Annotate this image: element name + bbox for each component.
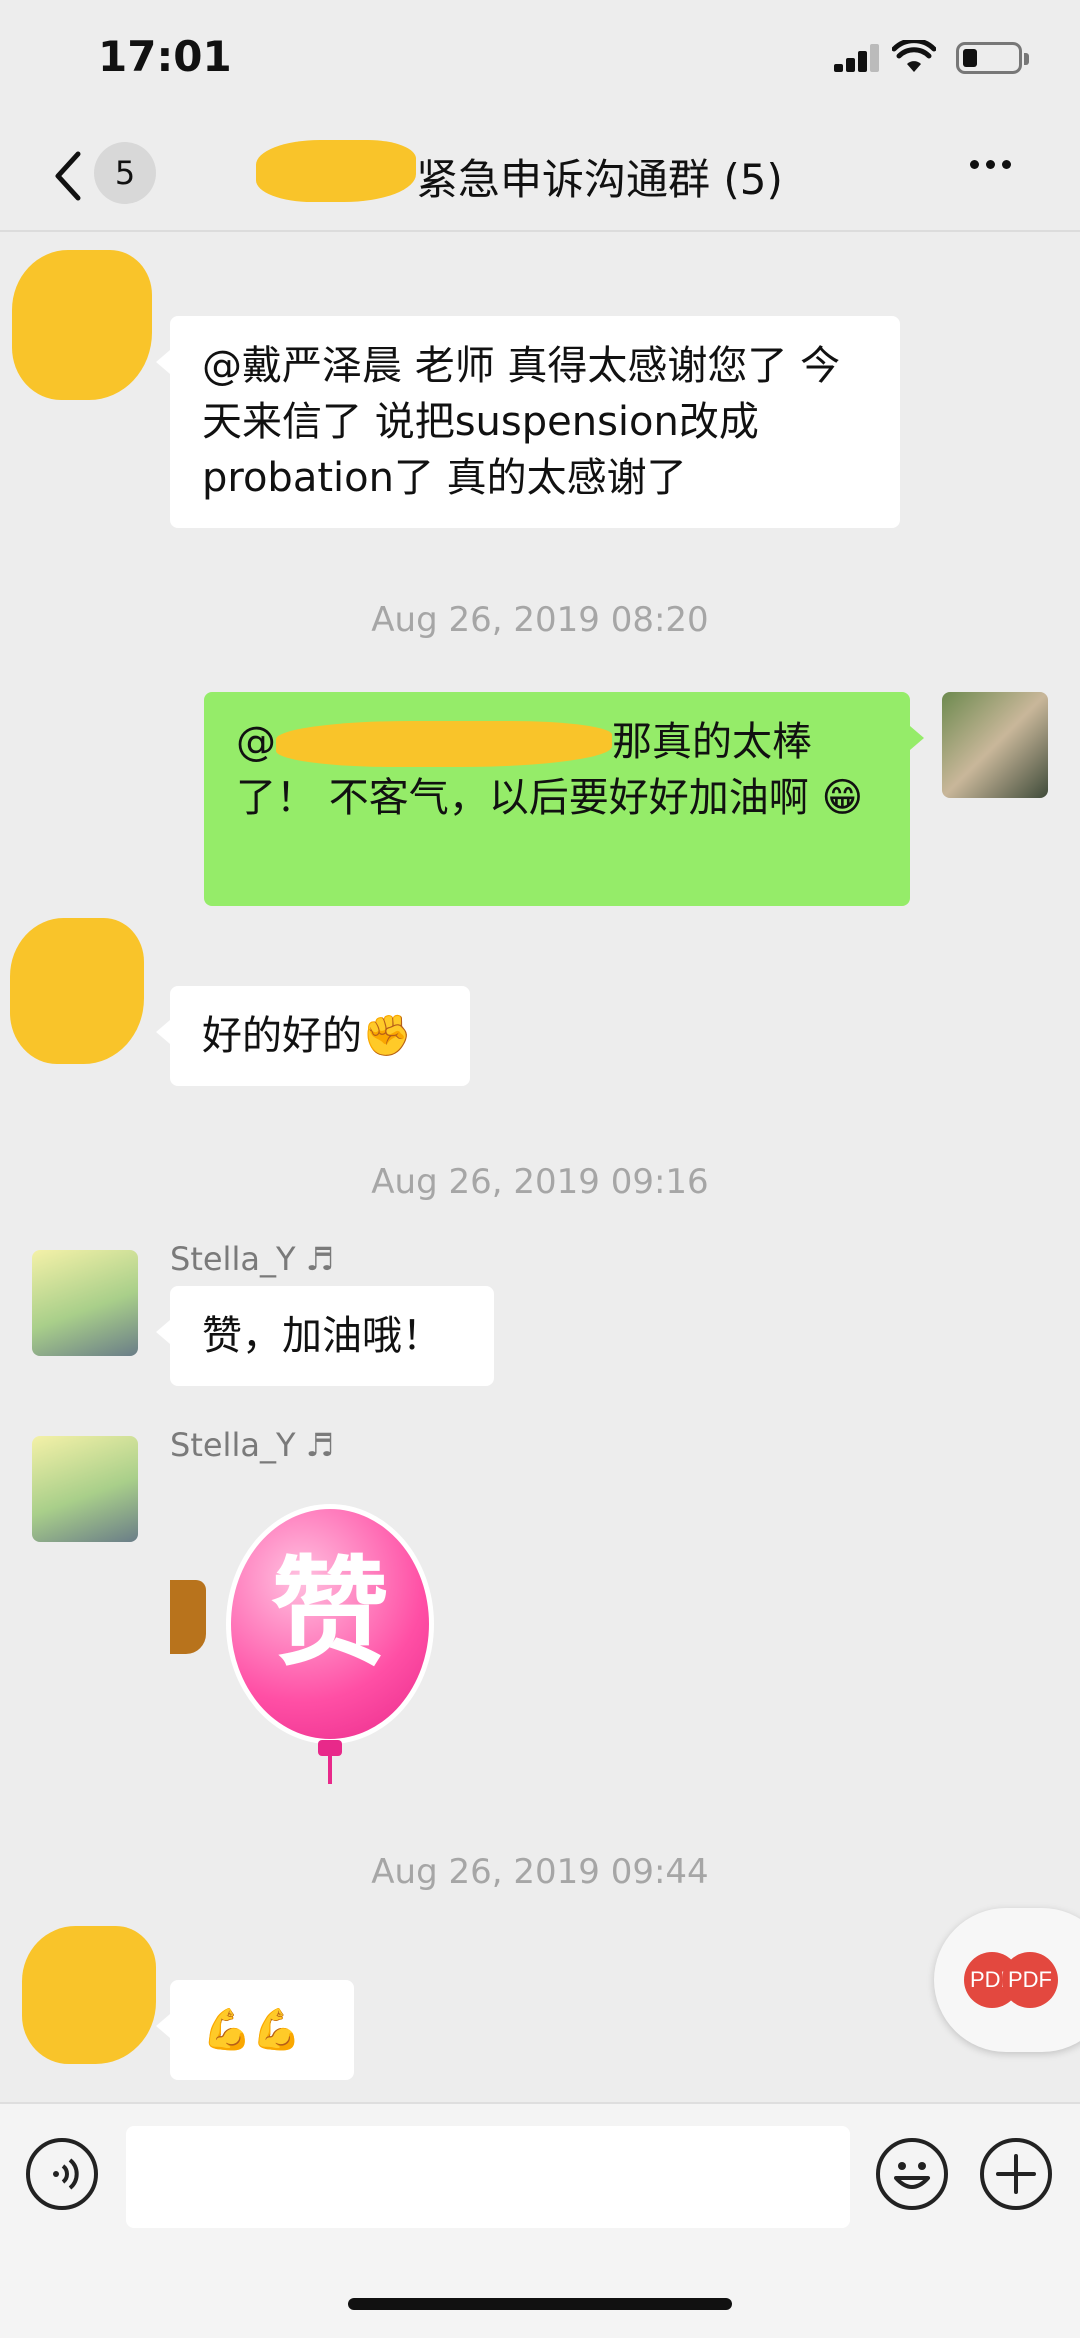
unread-count-badge[interactable]: 5 — [94, 142, 156, 204]
pdf-icon: PDF — [1002, 1952, 1058, 2008]
message-bubble[interactable]: 好的好的✊ — [156, 986, 470, 1086]
fist-emoji: ✊ — [362, 1013, 412, 1059]
message-timestamp: Aug 26, 2019 09:44 — [371, 1852, 709, 1892]
avatar[interactable] — [32, 1436, 138, 1542]
chevron-left-icon — [55, 151, 81, 201]
balloon-sticker[interactable]: 赞 — [226, 1504, 434, 1784]
redacted-mention — [276, 721, 612, 767]
redacted-group-name — [256, 140, 416, 202]
sender-name: Stella_Y ♬ — [170, 1426, 335, 1464]
grin-emoji: 😁 — [821, 775, 864, 821]
battery-icon — [956, 42, 1029, 74]
my-avatar[interactable] — [942, 692, 1048, 798]
music-note-icon: ♬ — [305, 1426, 335, 1464]
avatar[interactable] — [10, 918, 144, 1064]
sticker-partial — [170, 1580, 206, 1654]
emoji-button[interactable] — [876, 2138, 948, 2210]
message-text: @戴严泽晨 老师 真得太感谢您了 今天来信了 说把suspension改成pro… — [202, 343, 841, 501]
plus-button[interactable] — [980, 2138, 1052, 2210]
plus-icon — [996, 2154, 1036, 2194]
message-timestamp: Aug 26, 2019 08:20 — [371, 600, 709, 640]
home-indicator — [348, 2298, 732, 2310]
message-input[interactable] — [126, 2126, 850, 2228]
avatar[interactable] — [32, 1250, 138, 1356]
wifi-icon — [891, 38, 937, 78]
floating-pdf-window[interactable]: PDF PDF — [934, 1908, 1080, 2052]
message-bubble[interactable]: @戴严泽晨 老师 真得太感谢您了 今天来信了 说把suspension改成pro… — [156, 316, 900, 528]
message-timestamp: Aug 26, 2019 09:16 — [371, 1162, 709, 1202]
music-note-icon: ♬ — [305, 1240, 335, 1278]
status-time: 17:01 — [98, 32, 232, 81]
message-text: 好的好的 — [202, 1013, 362, 1059]
message-bubble-outgoing[interactable]: @ 那真的太棒了！ 不客气，以后要好好加油啊 😁 — [204, 692, 924, 906]
emoji-icon — [894, 2162, 930, 2189]
avatar[interactable] — [22, 1926, 156, 2064]
sender-name: Stella_Y ♬ — [170, 1240, 335, 1278]
chat-title: 紧急申诉沟通群 (5) — [416, 155, 783, 204]
more-button[interactable] — [970, 154, 1018, 173]
sticker-text: 赞 — [270, 1544, 389, 1682]
more-icon — [970, 160, 979, 169]
avatar[interactable] — [12, 250, 152, 400]
message-bubble[interactable]: 赞，加油哦！ — [156, 1286, 494, 1386]
cellular-signal-icon — [834, 44, 879, 72]
message-text: 赞，加油哦！ — [202, 1313, 442, 1359]
voice-button[interactable] — [26, 2138, 98, 2210]
flexed-biceps-emoji: 💪💪 — [202, 2007, 302, 2053]
message-bubble[interactable]: 💪💪 — [156, 1980, 354, 2080]
voice-icon — [53, 2158, 79, 2190]
